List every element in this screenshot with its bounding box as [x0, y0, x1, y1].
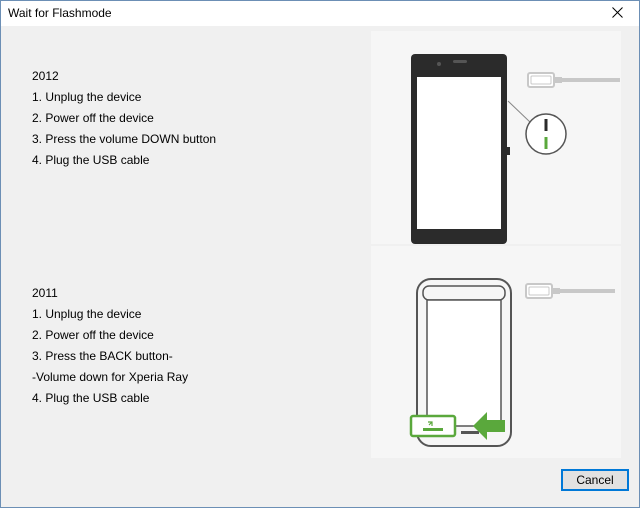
instructions-2012: 2012 1. Unplug the device 2. Power off t…	[32, 66, 216, 171]
step-2011-4: 4. Plug the USB cable	[32, 391, 150, 405]
step-2012-1: 1. Unplug the device	[32, 90, 142, 104]
step-2012-3: 3. Press the volume DOWN button	[32, 132, 217, 146]
cancel-button[interactable]: Cancel	[561, 469, 629, 491]
step-2011-3b: -Volume down for Xperia Ray	[32, 370, 189, 384]
instructions-2011: 2011 1. Unplug the device 2. Power off t…	[32, 283, 188, 409]
step-2011-3: 3. Press the BACK button-	[32, 349, 173, 363]
year-label-2012: 2012	[32, 69, 59, 83]
phone-volume-down-illustration	[371, 31, 621, 244]
flashmode-dialog: Wait for Flashmode 2012 1. Unplug the de…	[0, 0, 640, 508]
window-title: Wait for Flashmode	[8, 6, 112, 20]
close-icon	[611, 5, 623, 23]
phone-back-button-illustration	[371, 246, 621, 458]
title-bar: Wait for Flashmode	[1, 1, 639, 26]
step-2011-1: 1. Unplug the device	[32, 307, 142, 321]
year-label-2011: 2011	[32, 286, 58, 300]
step-2012-2: 2. Power off the device	[32, 111, 154, 125]
step-2012-4: 4. Plug the USB cable	[32, 153, 150, 167]
close-button[interactable]	[595, 1, 639, 26]
step-2011-2: 2. Power off the device	[32, 328, 154, 342]
